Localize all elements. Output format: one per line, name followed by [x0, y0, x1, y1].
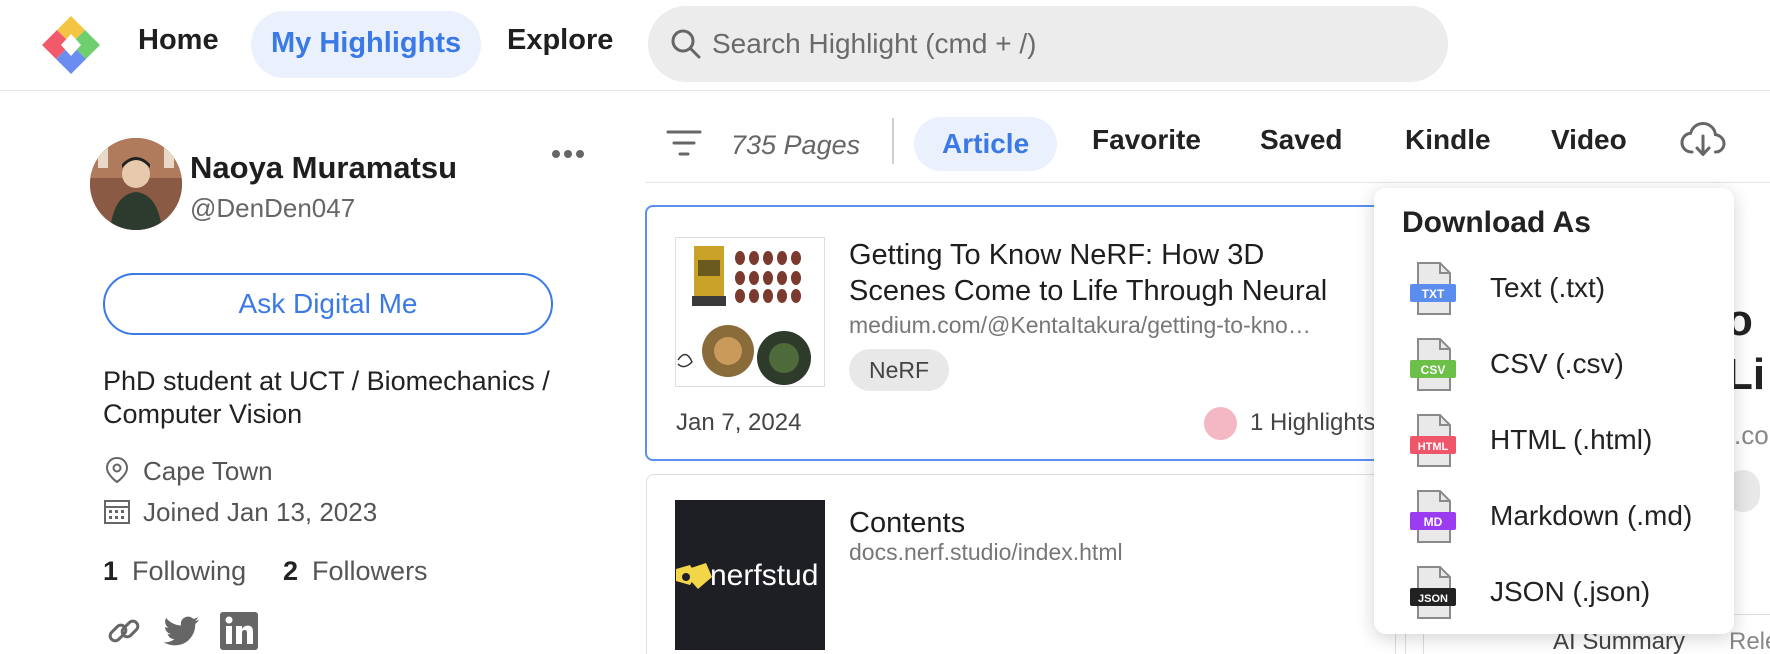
md-file-icon: MD	[1410, 490, 1456, 543]
json-file-icon: JSON	[1410, 566, 1456, 619]
download-menu: Download As TXT Text (.txt) CSV CSV (.cs…	[1374, 188, 1734, 634]
joined-text: Joined Jan 13, 2023	[143, 497, 378, 527]
download-json-item[interactable]: JSON JSON (.json)	[1374, 566, 1734, 634]
highlight-count: 1 Highlights	[1250, 409, 1376, 436]
divider	[645, 182, 1770, 183]
search-input[interactable]	[712, 6, 1412, 82]
divider	[892, 118, 894, 164]
filter-icon[interactable]	[666, 128, 702, 158]
cloud-download-icon[interactable]	[1680, 120, 1726, 160]
download-txt-label: Text (.txt)	[1490, 272, 1606, 303]
txt-badge: TXT	[1422, 287, 1445, 301]
article-card[interactable]: nerfstud Contents docs.nerf.studio/index…	[646, 474, 1406, 654]
download-csv-item[interactable]: CSV CSV (.csv)	[1374, 338, 1734, 406]
nav-home[interactable]: Home	[138, 24, 219, 57]
profile-bio: PhD student at UCT / Biomechanics / Comp…	[103, 366, 550, 429]
download-md-label: Markdown (.md)	[1490, 500, 1693, 531]
article-url: docs.nerf.studio/index.html	[849, 539, 1123, 565]
article-card[interactable]: Getting To Know NeRF: How 3D Scenes Come…	[645, 205, 1405, 461]
txt-file-icon: TXT	[1410, 262, 1456, 315]
tab-favorite[interactable]: Favorite	[1092, 124, 1201, 156]
following-count: 1	[103, 556, 119, 586]
article-title[interactable]: Contents	[849, 505, 1369, 541]
download-html-item[interactable]: HTML HTML (.html)	[1374, 414, 1734, 482]
download-csv-label: CSV (.csv)	[1490, 348, 1624, 379]
highlight-color-dot	[1204, 407, 1237, 440]
json-badge: JSON	[1418, 593, 1448, 605]
download-html-label: HTML (.html)	[1490, 424, 1653, 455]
profile-handle: @DenDen047	[190, 193, 356, 223]
tab-kindle[interactable]: Kindle	[1405, 124, 1491, 156]
location-pin-icon	[105, 456, 129, 484]
article-title[interactable]: Getting To Know NeRF: How 3D Scenes Come…	[849, 237, 1369, 309]
download-menu-title: Download As	[1402, 206, 1591, 239]
top-nav: Home My Highlights Explore	[0, 0, 1770, 91]
tab-saved[interactable]: Saved	[1260, 124, 1343, 156]
following-label: Following	[132, 556, 247, 586]
tag-chip[interactable]: NeRF	[849, 349, 950, 391]
article-date: Jan 7, 2024	[676, 409, 802, 436]
search-bar[interactable]	[648, 6, 1448, 82]
followers-count: 2	[283, 556, 299, 586]
nav-explore[interactable]: Explore	[507, 24, 613, 57]
location-text: Cape Town	[143, 456, 273, 486]
peek-url-fragment: .co	[1734, 420, 1769, 450]
search-icon	[671, 29, 701, 59]
more-options-icon[interactable]	[548, 142, 588, 166]
following-link[interactable]: 1 Following	[103, 556, 246, 587]
nav-my-highlights[interactable]: My Highlights	[251, 11, 482, 78]
csv-badge: CSV	[1421, 363, 1446, 377]
twitter-icon[interactable]	[163, 612, 201, 650]
thumbnail-text: nerfstud	[710, 559, 818, 592]
calendar-icon	[104, 500, 130, 524]
followers-link[interactable]: 2 Followers	[283, 556, 428, 587]
related-tab[interactable]: Rele	[1729, 628, 1770, 654]
followers-label: Followers	[312, 556, 428, 586]
csv-file-icon: CSV	[1410, 338, 1456, 391]
download-txt-item[interactable]: TXT Text (.txt)	[1374, 262, 1734, 330]
html-badge: HTML	[1418, 441, 1449, 453]
article-thumbnail: nerfstud	[675, 500, 825, 650]
link-icon[interactable]	[105, 612, 143, 650]
download-json-label: JSON (.json)	[1490, 576, 1651, 607]
article-url: medium.com/@KentaItakura/getting-to-kno…	[849, 312, 1311, 338]
ask-digital-me-button[interactable]: Ask Digital Me	[103, 273, 553, 335]
profile-name: Naoya Muramatsu	[190, 150, 458, 185]
tab-article[interactable]: Article	[914, 117, 1058, 171]
article-thumbnail	[675, 237, 825, 387]
pages-count: 735 Pages	[731, 130, 861, 160]
tab-video[interactable]: Video	[1551, 124, 1627, 156]
avatar	[90, 138, 182, 230]
md-badge: MD	[1424, 515, 1443, 529]
linkedin-icon[interactable]	[220, 612, 258, 650]
download-md-item[interactable]: MD Markdown (.md)	[1374, 490, 1734, 558]
logo-icon[interactable]	[40, 14, 102, 76]
html-file-icon: HTML	[1410, 414, 1456, 467]
